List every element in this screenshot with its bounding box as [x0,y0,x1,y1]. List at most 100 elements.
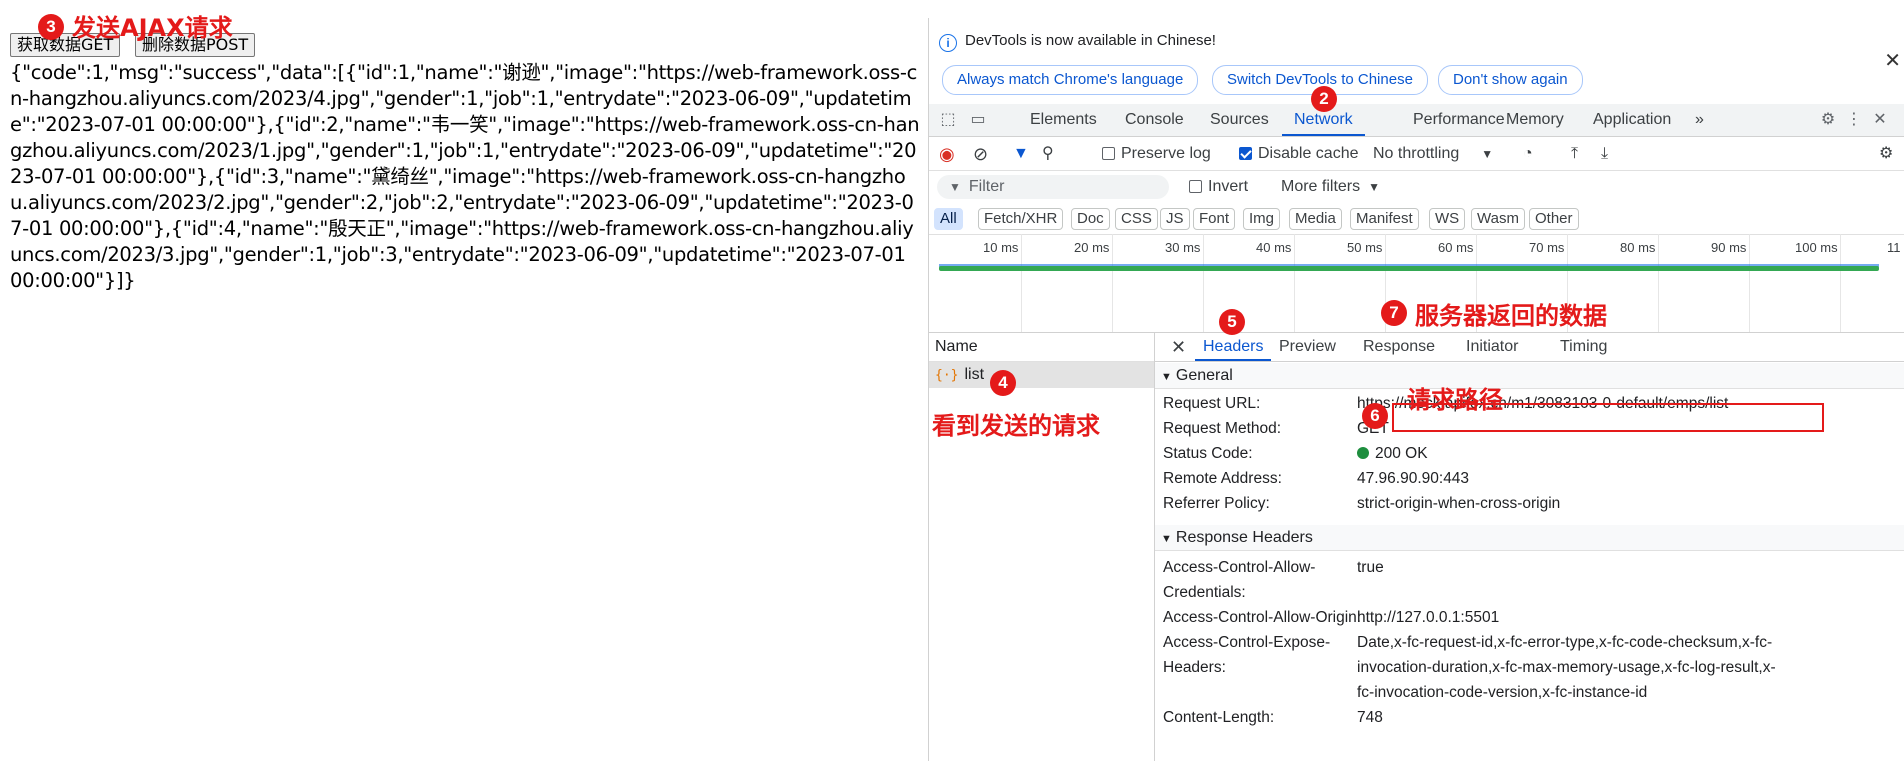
referrer-policy-label: Referrer Policy: [1163,495,1270,512]
filter-input[interactable]: ▼ Filter [937,175,1169,199]
filter-icon[interactable]: ▼ [1013,144,1029,164]
disable-cache-box[interactable] [1239,147,1252,160]
annotation-url-box [1392,403,1824,432]
search-icon[interactable]: ⚲ [1042,144,1054,164]
type-js[interactable]: JS [1160,208,1190,230]
close-icon[interactable]: ✕ [1884,48,1901,73]
general-section-header[interactable]: ▼ General [1155,363,1904,389]
invert-box[interactable] [1189,180,1202,193]
info-icon: i [939,34,957,52]
more-options-icon[interactable]: ⋮ [1845,111,1863,129]
content-length-label: Content-Length: [1163,709,1275,726]
tab-preview[interactable]: Preview [1279,333,1336,361]
tab-headers[interactable]: Headers [1195,333,1272,361]
tab-console[interactable]: Console [1125,104,1184,136]
type-manifest[interactable]: Manifest [1350,208,1419,230]
chevron-down-icon: ▼ [1481,147,1494,161]
network-conditions-icon[interactable]: ◔ [1523,144,1533,164]
preserve-log-checkbox[interactable]: Preserve log [1102,144,1211,164]
preserve-log-box[interactable] [1102,147,1115,160]
aceh-value-3: fc-invocation-code-version,x-fc-instance… [1357,684,1648,701]
timeline-tick: 10 ms [983,240,1019,255]
tab-elements[interactable]: Elements [1030,104,1097,136]
type-wasm[interactable]: Wasm [1471,208,1525,230]
status-value: 200 OK [1357,441,1428,466]
web-page: 获取数据GET 删除数据POST {"code":1,"msg":"succes… [0,0,928,761]
timeline-tick: 11 [1887,240,1901,255]
always-match-language-button[interactable]: Always match Chrome's language [942,65,1199,95]
throttling-value: No throttling [1373,145,1460,162]
annotation-number-5: 5 [1219,309,1245,335]
invert-label: Invert [1208,178,1249,195]
aceh-label-1: Access-Control-Expose- [1163,634,1331,651]
annotation-number-2: 2 [1311,86,1337,112]
tab-sources[interactable]: Sources [1210,104,1269,136]
record-icon[interactable]: ◉ [939,144,955,164]
network-settings-icon[interactable]: ⚙ [1879,144,1893,164]
inspect-element-icon[interactable]: ⬚ [939,111,957,129]
disable-cache-label: Disable cache [1258,145,1359,162]
tab-timing[interactable]: Timing [1560,333,1607,361]
timeline-tick: 70 ms [1529,240,1565,255]
type-doc[interactable]: Doc [1071,208,1110,230]
throttling-select[interactable]: No throttling ▼ [1373,144,1493,164]
response-headers-section-header[interactable]: ▼ Response Headers [1155,525,1904,551]
type-other[interactable]: Other [1529,208,1579,230]
more-filters-dropdown[interactable]: More filters ▼ [1281,178,1380,196]
close-detail-icon[interactable]: ✕ [1171,333,1186,361]
timeline-tick: 30 ms [1165,240,1201,255]
status-label: Status Code: [1163,445,1253,462]
import-har-icon[interactable]: ⤒ [1571,144,1578,164]
language-infobar: i DevTools is now available in Chinese! A… [929,18,1904,102]
annotation-number-3: 3 [38,14,64,40]
disable-cache-checkbox[interactable]: Disable cache [1239,144,1359,164]
aceh-value-2: invocation-duration,x-fc-max-memory-usag… [1357,659,1776,676]
type-img[interactable]: Img [1243,208,1281,230]
type-css[interactable]: CSS [1115,208,1158,230]
annotation-see-request: 看到发送的请求 [932,412,1100,440]
waterfall-bar [939,266,1879,271]
xhr-icon: {·} [935,368,959,383]
type-fetch-xhr[interactable]: Fetch/XHR [978,208,1064,230]
timeline-tick: 60 ms [1438,240,1474,255]
tab-application[interactable]: Application [1593,104,1671,136]
acac-value: true [1357,559,1384,576]
request-list: Name {·} list [929,333,1155,761]
network-toolbar: ◉ ⊘ ▼ ⚲ Preserve log Disable cache No th… [929,138,1904,171]
acac-label-1: Access-Control-Allow- [1163,559,1316,576]
close-devtools-icon[interactable]: ✕ [1871,111,1889,129]
tab-memory[interactable]: Memory [1506,104,1564,136]
more-tabs-icon[interactable]: » [1695,104,1704,136]
aceh-value: Date,x-fc-request-id,x-fc-error-type,x-f… [1357,630,1776,705]
request-row[interactable]: {·} list [929,362,1154,388]
annotation-number-6: 6 [1362,403,1388,429]
tab-performance[interactable]: Performance [1413,104,1505,136]
clear-icon[interactable]: ⊘ [973,144,988,164]
chevron-down-icon: ▼ [1368,180,1381,194]
triangle-down-icon: ▼ [1161,533,1172,545]
timeline-tick: 50 ms [1347,240,1383,255]
device-toolbar-icon[interactable]: ▭ [969,111,987,129]
settings-gear-icon[interactable]: ⚙ [1819,111,1837,129]
type-ws[interactable]: WS [1429,208,1466,230]
name-column-header[interactable]: Name [929,333,1154,362]
export-har-icon[interactable]: ⤓ [1601,144,1608,164]
status-text: 200 OK [1375,445,1428,462]
dont-show-again-button[interactable]: Don't show again [1438,65,1583,95]
request-detail-pane: ✕ Headers Preview Response Initiator Tim… [1155,333,1904,761]
aceh-value-1: Date,x-fc-request-id,x-fc-error-type,x-f… [1357,634,1773,651]
tab-initiator[interactable]: Initiator [1466,333,1518,361]
acac-label: Access-Control-Allow- Credentials: [1163,555,1315,605]
type-media[interactable]: Media [1289,208,1342,230]
status-ok-dot-icon [1357,447,1369,459]
type-all[interactable]: All [934,208,963,230]
more-filters-label: More filters [1281,178,1361,195]
tab-response[interactable]: Response [1363,333,1435,361]
aceh-label-2: Headers: [1163,659,1226,676]
filter-placeholder: Filter [968,178,1005,195]
invert-checkbox[interactable]: Invert [1189,178,1248,196]
devtools-tab-bar: ⬚ ▭ Elements Console Sources Network Per… [929,104,1904,137]
response-json-text: {"code":1,"msg":"success","data":[{"id":… [10,61,920,292]
type-font[interactable]: Font [1193,208,1236,230]
funnel-icon: ▼ [949,180,961,194]
